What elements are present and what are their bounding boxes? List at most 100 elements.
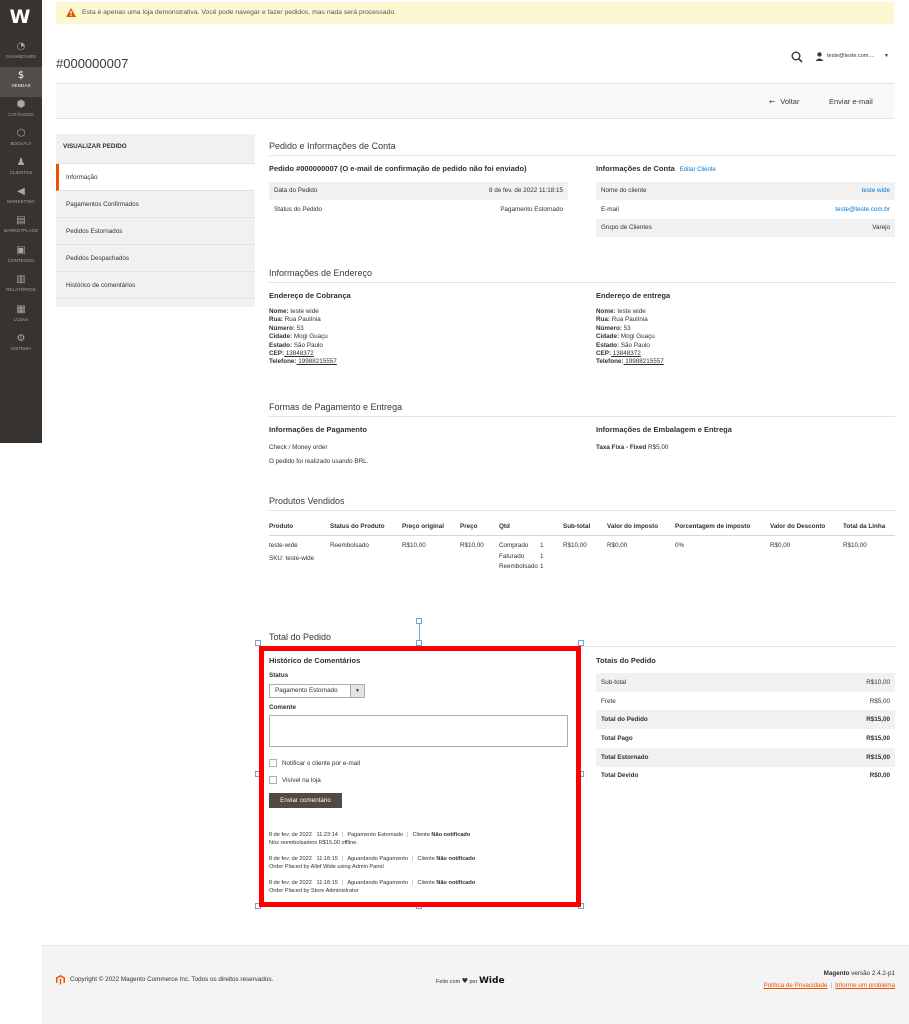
dollar-icon: $: [17, 70, 25, 81]
shipping-address: Nome: teste wide Rua: Rua Paulínia Númer…: [596, 308, 664, 367]
history-notified: Não notificado: [431, 832, 471, 838]
address-value: 53: [294, 324, 304, 332]
account-heading-text: Informações de Conta: [596, 164, 675, 173]
column-header: Valor do imposto: [607, 523, 659, 530]
address-value: Mogi Guaçu: [292, 333, 328, 341]
nav-dashboard[interactable]: ◔ DASHBOARD: [0, 38, 42, 68]
magento-logo-icon: [56, 975, 65, 985]
nav-label: VENDAS: [11, 83, 31, 88]
order-status-value: Pagamento Estornado: [500, 206, 563, 213]
total-row-grand-total: Total do Pedido R$15,00: [596, 710, 895, 729]
address-value: Mogi Guaçu: [619, 333, 655, 341]
address-label: Nome:: [596, 308, 616, 315]
nav-label: MARKETING: [7, 199, 35, 204]
customer-name-link[interactable]: teste wide: [862, 182, 890, 200]
tab-pedidos-despachados[interactable]: Pedidos Despachados: [56, 245, 255, 272]
tab-pagamentos-confirmados[interactable]: Pagamentos Confirmados: [56, 191, 255, 218]
order-date-value: 8 de fev. de 2022 11:18:15: [489, 187, 563, 194]
address-phone-link[interactable]: 19988215557: [624, 358, 664, 365]
visible-storefront-checkbox[interactable]: [269, 776, 277, 784]
address-value: 53: [621, 324, 631, 332]
back-button[interactable]: ← Voltar: [769, 97, 799, 106]
send-email-button[interactable]: Enviar e-mail: [829, 97, 873, 106]
nav-conteudo[interactable]: ▣ CONTEÚDO: [0, 242, 42, 272]
tab-historico-comentarios[interactable]: Histórico de comentários: [56, 272, 255, 299]
nav-marketplace[interactable]: ▤ MARKETPLACE: [0, 212, 42, 242]
row-total: R$10,00: [843, 542, 867, 549]
history-time: 11:23:14: [316, 832, 338, 838]
nav-boolfly[interactable]: ⬡ BOOLFLY: [0, 125, 42, 155]
column-header: Valor do Desconto: [770, 523, 826, 530]
wide-logo[interactable]: W: [9, 6, 31, 28]
heart-icon: ♥: [461, 977, 468, 985]
nav-catalogo[interactable]: ⬢ CATÁLOGO: [0, 96, 42, 126]
page-title: #000000007: [56, 56, 129, 71]
nav-label: DASHBOARD: [6, 54, 36, 59]
edit-customer-link[interactable]: Editar Cliente: [680, 167, 716, 173]
notify-customer-checkbox[interactable]: [269, 759, 277, 767]
tab-pedidos-estornados[interactable]: Pedidos Estornados: [56, 218, 255, 245]
shipping-heading: Informações de Embalagem e Entrega: [596, 425, 732, 434]
chevron-down-icon[interactable]: ▼: [884, 53, 889, 59]
history-entry: 8 de fev. de 2022 11:18:15 | Aguardando Pa…: [269, 880, 476, 894]
status-select[interactable]: Pagamento Estornado ▼: [269, 684, 365, 698]
address-label: Cidade:: [596, 333, 620, 341]
dashboard-icon: ◔: [16, 41, 26, 52]
notify-customer-label[interactable]: Notificar o cliente por e-mail: [282, 760, 360, 767]
address-value: São Paulo: [619, 341, 650, 349]
selection-rotate-handle[interactable]: [416, 618, 422, 624]
total-label: Total Pago: [601, 735, 633, 742]
status-label: Status: [269, 672, 289, 679]
nav-label: MARKETPLACE: [3, 228, 39, 233]
report-issue-link[interactable]: Informe um problema: [835, 982, 895, 989]
total-row-refunded: Total Estornado R$15,00: [596, 748, 895, 767]
comment-textarea[interactable]: [269, 715, 568, 747]
nav-vendas[interactable]: $ VENDAS: [0, 67, 42, 97]
user-icon[interactable]: [815, 52, 824, 61]
visible-storefront-label[interactable]: Visível na loja: [282, 777, 321, 784]
order-status-label: Status do Pedido: [274, 206, 322, 213]
wide-logo-footer[interactable]: Wide: [479, 976, 505, 986]
nav-label: SISTEMA: [10, 346, 32, 351]
subtotal: R$10,00: [563, 542, 587, 549]
footer-links: Política de Privacidade | Informe um probl…: [763, 982, 895, 989]
status-selected-value: Pagamento Estornado: [275, 687, 338, 694]
magento-version: Magento versão 2.4.2-p1: [824, 970, 895, 977]
search-icon[interactable]: [791, 51, 803, 63]
address-label: Telefone:: [596, 358, 624, 366]
copyright-text: Copyright © 2022 Magento Commerce Inc. T…: [70, 976, 274, 983]
address-label: Número:: [596, 324, 622, 332]
account-heading: Informações de Conta Editar Cliente: [596, 164, 716, 173]
order-date-row: Data do Pedido 8 de fev. de 2022 11:18:1…: [269, 182, 568, 200]
privacy-policy-link[interactable]: Política de Privacidade: [763, 982, 827, 989]
total-row-subtotal: Sub-total R$10,00: [596, 673, 895, 692]
nav-lojas[interactable]: ▦ LOJAS: [0, 301, 42, 331]
nav-sistema[interactable]: ⚙ SISTEMA: [0, 330, 42, 360]
shipping-price: R$5,00: [646, 444, 669, 451]
nav-label: RELATÓRIOS: [6, 287, 36, 292]
address-value: São Paulo: [292, 341, 323, 349]
customer-email-link[interactable]: teste@teste.com.br: [835, 201, 890, 219]
nav-relatorios[interactable]: ▥ RELATÓRIOS: [0, 271, 42, 301]
total-label: Total Estornado: [601, 754, 649, 761]
column-header: Preço original: [402, 523, 444, 530]
total-value: R$10,00: [866, 679, 890, 686]
address-postcode-link[interactable]: 13848372: [611, 350, 641, 357]
address-phone-link[interactable]: 19988215557: [297, 358, 337, 365]
nav-label: CLIENTES: [9, 170, 33, 175]
customer-email-label: E-mail: [601, 206, 619, 213]
history-entry: 8 de fev. de 2022 11:23:14 | Pagamento Est…: [269, 832, 471, 846]
address-postcode-link[interactable]: 13848372: [284, 350, 314, 357]
nav-label: CONTEÚDO: [7, 258, 35, 263]
user-account-menu[interactable]: teste@teste.com....: [827, 53, 874, 59]
totals-heading: Totais do Pedido: [596, 656, 656, 665]
total-label: Total Devido: [601, 772, 639, 779]
tab-informacao[interactable]: Informação: [56, 164, 255, 191]
history-date: 8 de fev. de 2022: [269, 832, 312, 838]
submit-comment-button[interactable]: Enviar comentário: [269, 793, 342, 808]
nav-marketing[interactable]: ◀ MARKETING: [0, 183, 42, 213]
nav-clientes[interactable]: ♟ CLIENTES: [0, 154, 42, 184]
column-header: Total da Linha: [843, 523, 886, 530]
address-value: Rua Paulínia: [283, 316, 321, 324]
column-header: Produto: [269, 523, 294, 530]
